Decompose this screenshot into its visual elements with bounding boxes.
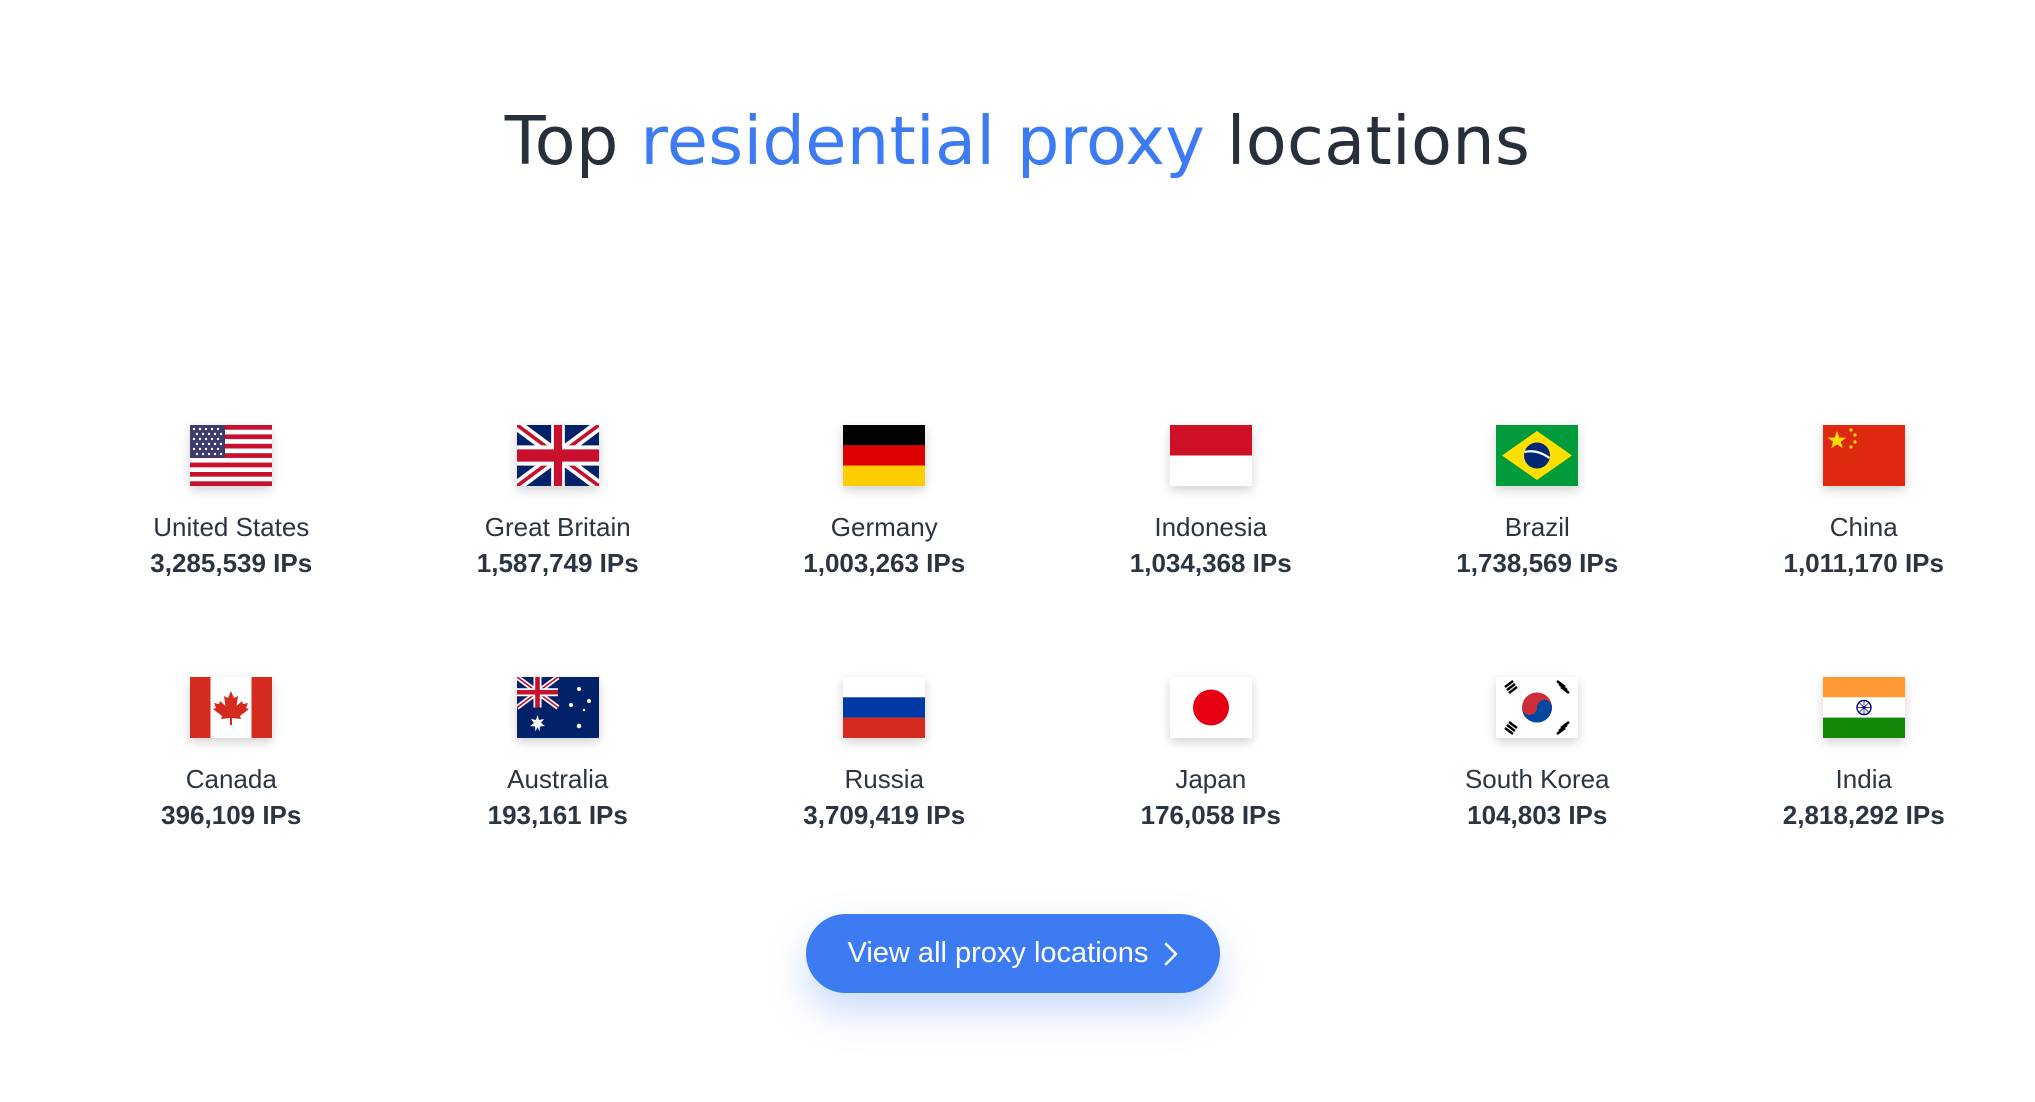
location-name: India — [1835, 764, 1892, 794]
location-name: Germany — [830, 512, 938, 542]
id-flag-icon — [1169, 425, 1252, 486]
title-prefix: Top — [504, 102, 619, 180]
location-card[interactable]: Great Britain 1,587,749 IPs — [395, 425, 722, 677]
view-all-locations-button[interactable]: View all proxy locations — [806, 914, 1220, 993]
kr-flag-icon — [1496, 677, 1579, 738]
location-name: Great Britain — [484, 512, 631, 542]
location-name: Brazil — [1504, 512, 1570, 542]
ca-flag-icon — [190, 677, 273, 738]
view-all-label: View all proxy locations — [847, 937, 1149, 969]
gb-flag-icon — [516, 425, 599, 486]
location-card[interactable]: United States 3,285,539 IPs — [68, 425, 395, 677]
location-name: Australia — [507, 764, 609, 794]
location-ip-count: 193,161 IPs — [487, 800, 628, 830]
location-card[interactable]: China 1,011,170 IPs — [1701, 425, 2028, 677]
location-ip-count: 1,738,569 IPs — [1456, 548, 1619, 578]
title-accent: residential proxy — [640, 102, 1206, 180]
location-card[interactable]: Canada 396,109 IPs — [68, 677, 395, 929]
location-ip-count: 3,285,539 IPs — [150, 548, 313, 578]
proxy-locations-section: Top residential proxy locations United S… — [0, 0, 2035, 1102]
de-flag-icon — [843, 425, 926, 486]
au-flag-icon — [516, 677, 599, 738]
location-ip-count: 1,003,263 IPs — [803, 548, 966, 578]
chevron-right-icon — [1165, 942, 1178, 965]
locations-grid: United States 3,285,539 IPs Great Britai… — [68, 425, 2035, 929]
location-card[interactable]: India 2,818,292 IPs — [1701, 677, 2028, 929]
location-name: United States — [153, 512, 310, 542]
location-name: Russia — [844, 764, 924, 794]
location-name: Indonesia — [1154, 512, 1268, 542]
title-suffix: locations — [1226, 102, 1531, 180]
location-name: Canada — [185, 764, 277, 794]
location-name: China — [1829, 512, 1898, 542]
location-ip-count: 1,011,170 IPs — [1783, 548, 1944, 578]
location-card[interactable]: Japan 176,058 IPs — [1048, 677, 1375, 929]
location-card[interactable]: Australia 193,161 IPs — [395, 677, 722, 929]
location-card[interactable]: Germany 1,003,263 IPs — [721, 425, 1048, 677]
location-ip-count: 396,109 IPs — [161, 800, 302, 830]
location-ip-count: 176,058 IPs — [1140, 800, 1281, 830]
cn-flag-icon — [1822, 425, 1905, 486]
ru-flag-icon — [843, 677, 926, 738]
location-name: Japan — [1175, 764, 1247, 794]
location-card[interactable]: South Korea 104,803 IPs — [1374, 677, 1701, 929]
us-flag-icon — [190, 425, 273, 486]
location-card[interactable]: Brazil 1,738,569 IPs — [1374, 425, 1701, 677]
in-flag-icon — [1822, 677, 1905, 738]
jp-flag-icon — [1169, 677, 1252, 738]
location-name: South Korea — [1464, 764, 1610, 794]
location-ip-count: 3,709,419 IPs — [803, 800, 966, 830]
section-title: Top residential proxy locations — [0, 102, 2035, 180]
br-flag-icon — [1496, 425, 1579, 486]
location-ip-count: 2,818,292 IPs — [1782, 800, 1945, 830]
location-ip-count: 1,587,749 IPs — [476, 548, 639, 578]
location-ip-count: 104,803 IPs — [1467, 800, 1608, 830]
location-ip-count: 1,034,368 IPs — [1129, 548, 1292, 578]
location-card[interactable]: Indonesia 1,034,368 IPs — [1048, 425, 1375, 677]
location-card[interactable]: Russia 3,709,419 IPs — [721, 677, 1048, 929]
